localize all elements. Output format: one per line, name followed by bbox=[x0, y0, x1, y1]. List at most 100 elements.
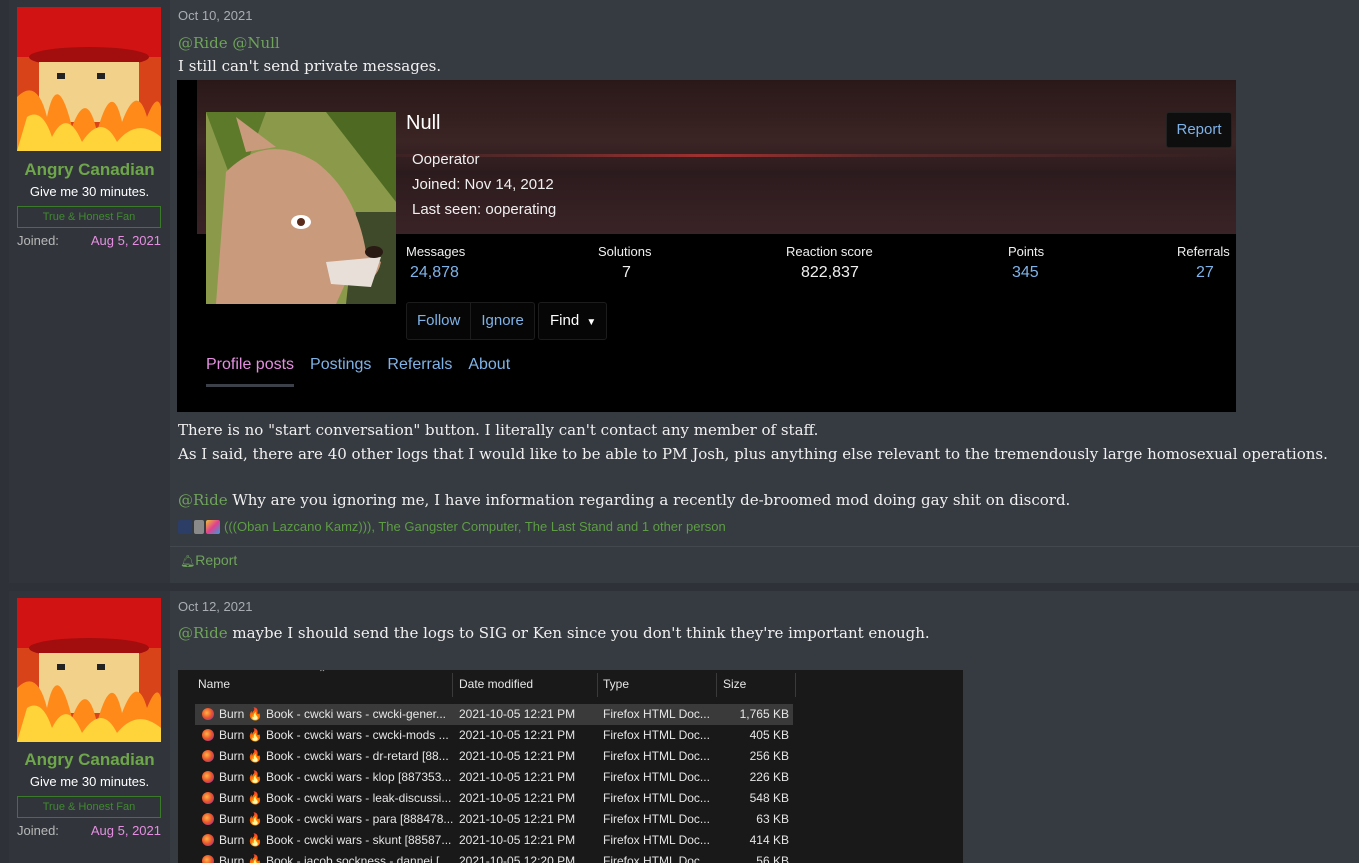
file-row: Burn 🔥 Book - cwcki wars - dr-retard [88… bbox=[195, 746, 793, 767]
file-size: 1,765 KB bbox=[739, 707, 789, 721]
file-size: 414 KB bbox=[749, 833, 789, 847]
stat-value-points: 345 bbox=[1012, 264, 1039, 281]
file-name: Burn 🔥 Book - cwcki wars - cwcki-gener..… bbox=[219, 707, 446, 721]
stat-label-messages: Messages bbox=[406, 244, 466, 259]
profile-last-seen: Last seen: ooperating bbox=[412, 201, 557, 218]
joined-date: Aug 5, 2021 bbox=[90, 233, 161, 248]
mention-ride[interactable]: @Ride bbox=[178, 624, 228, 642]
file-name: Burn 🔥 Book - cwcki wars - para [888478.… bbox=[219, 812, 454, 826]
file-date: 2021-10-05 12:21 PM bbox=[459, 812, 576, 826]
firefox-icon bbox=[202, 834, 214, 846]
firefox-icon bbox=[202, 813, 214, 825]
reaction-hat-icon bbox=[178, 519, 192, 534]
file-name: Burn 🔥 Book - cwcki wars - dr-retard [88… bbox=[219, 749, 449, 763]
reactions-list[interactable]: (((Oban Lazcano Kamz))), The Gangster Co… bbox=[224, 519, 726, 534]
file-type: Firefox HTML Doc... bbox=[603, 791, 710, 805]
file-size: 405 KB bbox=[749, 728, 789, 742]
file-date: 2021-10-05 12:21 PM bbox=[459, 707, 576, 721]
file-row: Burn 🔥 Book - cwcki wars - klop [887353.… bbox=[195, 767, 793, 788]
post-text-line-1: @Ride maybe I should send the logs to SI… bbox=[178, 624, 930, 642]
embedded-profile-card-image: Null Ooperator Joined: Nov 14, 2012 Last… bbox=[177, 80, 1236, 412]
file-type: Firefox HTML Doc... bbox=[603, 854, 710, 863]
stat-value-reaction-score: 822,837 bbox=[801, 264, 859, 281]
find-button: Find ▼ bbox=[538, 302, 607, 340]
firefox-icon bbox=[202, 750, 214, 762]
report-link[interactable]: 🔔︎Report bbox=[180, 552, 237, 568]
joined-date: Aug 5, 2021 bbox=[90, 823, 161, 838]
file-name: Burn 🔥 Book - cwcki wars - cwcki-mods ..… bbox=[219, 728, 449, 742]
stat-label-solutions: Solutions bbox=[598, 244, 652, 259]
file-type: Firefox HTML Doc... bbox=[603, 812, 710, 826]
tab-about: About bbox=[468, 356, 511, 373]
reaction-computer-icon bbox=[194, 519, 204, 534]
username[interactable]: Angry Canadian bbox=[9, 750, 170, 770]
column-name: Name bbox=[198, 677, 231, 691]
file-size: 226 KB bbox=[749, 770, 789, 784]
follow-ignore-group: Follow Ignore bbox=[406, 302, 535, 340]
file-date: 2021-10-05 12:21 PM bbox=[459, 770, 576, 784]
post-date[interactable]: Oct 10, 2021 bbox=[178, 8, 252, 23]
file-date: 2021-10-05 12:21 PM bbox=[459, 728, 576, 742]
file-type: Firefox HTML Doc... bbox=[603, 728, 710, 742]
post-text-line-4-body: Why are you ignoring me, I have informat… bbox=[227, 491, 1071, 509]
file-name: Burn 🔥 Book - cwcki wars - skunt [88587.… bbox=[219, 833, 452, 847]
profile-report-button: Report bbox=[1166, 112, 1232, 148]
file-size: 256 KB bbox=[749, 749, 789, 763]
tab-postings: Postings bbox=[310, 356, 372, 373]
ignore-button: Ignore bbox=[470, 303, 534, 339]
post-date[interactable]: Oct 12, 2021 bbox=[178, 599, 252, 614]
user-title: Give me 30 minutes. bbox=[29, 184, 150, 199]
report-label: Report bbox=[195, 552, 238, 568]
file-row: Burn 🔥 Book - cwcki wars - para [888478.… bbox=[195, 809, 793, 830]
file-date: 2021-10-05 12:20 PM bbox=[459, 854, 576, 863]
file-type: Firefox HTML Doc... bbox=[603, 749, 710, 763]
profile-title: Ooperator bbox=[412, 151, 480, 168]
caret-down-icon: ▼ bbox=[586, 317, 597, 328]
file-date: 2021-10-05 12:21 PM bbox=[459, 833, 576, 847]
post-text-line-2: There is no "start conversation" button.… bbox=[178, 421, 819, 439]
file-row: Burn 🔥 Book - cwcki wars - cwcki-gener..… bbox=[195, 704, 793, 725]
file-name: Burn 🔥 Book - cwcki wars - leak-discussi… bbox=[219, 791, 452, 805]
reactions-bar[interactable]: (((Oban Lazcano Kamz))), The Gangster Co… bbox=[178, 519, 726, 534]
profile-avatar bbox=[206, 112, 396, 304]
sort-up-icon: ⌃ bbox=[318, 670, 327, 679]
find-label: Find bbox=[550, 312, 580, 329]
avatar[interactable] bbox=[17, 598, 161, 742]
user-info-column: Angry Canadian Give me 30 minutes. True … bbox=[9, 0, 170, 583]
file-size: 63 KB bbox=[756, 812, 789, 826]
file-explorer-image: ⌃ Name Date modified Type Size Burn 🔥 Bo… bbox=[178, 670, 963, 863]
file-type: Firefox HTML Doc... bbox=[603, 707, 710, 721]
tab-referrals: Referrals bbox=[387, 356, 453, 373]
file-type: Firefox HTML Doc... bbox=[603, 833, 710, 847]
reaction-puzzle-icon bbox=[206, 519, 220, 534]
file-row: Burn 🔥 Book - cwcki wars - skunt [88587.… bbox=[195, 830, 793, 851]
file-date: 2021-10-05 12:21 PM bbox=[459, 749, 576, 763]
firefox-icon bbox=[202, 792, 214, 804]
file-row: Burn 🔥 Book - cwcki wars - leak-discussi… bbox=[195, 788, 793, 809]
stat-label-reaction-score: Reaction score bbox=[786, 244, 873, 259]
firefox-icon bbox=[202, 771, 214, 783]
follow-button: Follow bbox=[417, 312, 461, 329]
explorer-header: ⌃ Name Date modified Type Size bbox=[178, 670, 798, 700]
post-text-line-1: I still can't send private messages. bbox=[178, 57, 442, 75]
firefox-icon bbox=[202, 855, 214, 863]
mentions[interactable]: @Ride @Null bbox=[178, 34, 280, 52]
file-name: Burn 🔥 Book - cwcki wars - klop [887353.… bbox=[219, 770, 452, 784]
profile-name: Null bbox=[406, 112, 441, 134]
post-text-line-1-body: maybe I should send the logs to SIG or K… bbox=[227, 624, 930, 642]
file-size: 548 KB bbox=[749, 791, 789, 805]
username[interactable]: Angry Canadian bbox=[9, 160, 170, 180]
stat-label-points: Points bbox=[1008, 244, 1045, 259]
file-type: Firefox HTML Doc... bbox=[603, 770, 710, 784]
profile-joined: Joined: Nov 14, 2012 bbox=[412, 176, 554, 193]
column-date-modified: Date modified bbox=[459, 677, 534, 691]
post: Angry Canadian Give me 30 minutes. True … bbox=[9, 0, 1359, 583]
column-size: Size bbox=[723, 677, 747, 691]
post-text-line-4: @Ride Why are you ignoring me, I have in… bbox=[178, 491, 1070, 509]
avatar[interactable] bbox=[17, 7, 161, 151]
firefox-icon bbox=[202, 729, 214, 741]
stat-value-referrals: 27 bbox=[1196, 264, 1214, 281]
post-text-line-3: As I said, there are 40 other logs that … bbox=[178, 445, 1328, 463]
mention-ride[interactable]: @Ride bbox=[178, 491, 228, 509]
column-type: Type bbox=[603, 677, 630, 691]
